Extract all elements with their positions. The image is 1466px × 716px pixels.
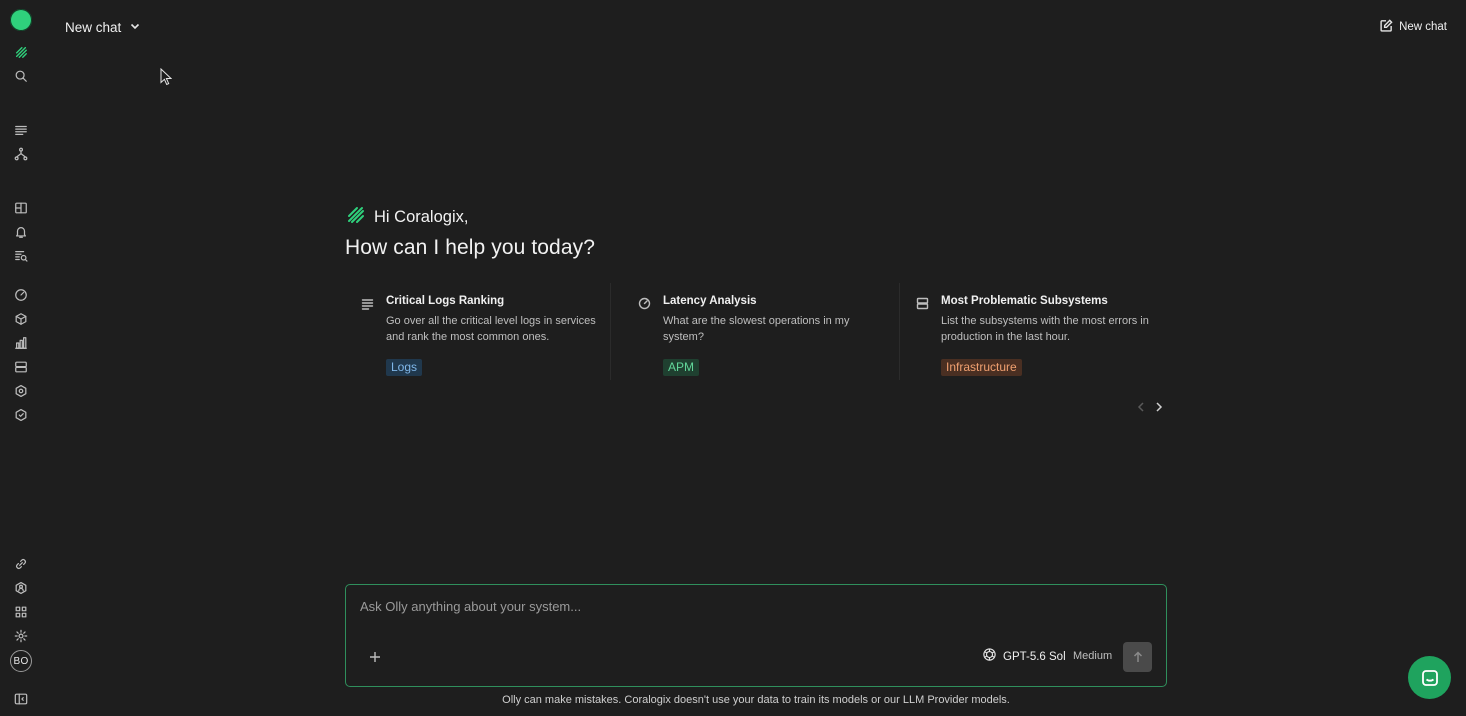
security-hex-icon[interactable] [11,381,31,401]
apm-gauge-icon[interactable] [11,285,31,305]
card-tag: Logs [386,359,423,376]
chat-icon [1421,669,1438,686]
user-access-icon[interactable] [11,578,31,598]
carousel-pager [1136,400,1164,414]
rum-cube-icon[interactable] [11,309,31,329]
explore-icon[interactable] [11,246,31,266]
arrow-up-icon [1133,651,1142,662]
openai-icon [982,647,997,667]
suggestion-card[interactable]: Critical Logs Ranking Go over all the cr… [345,283,611,380]
reasoning-effort-selector[interactable]: Medium [1073,650,1112,662]
service-map-icon[interactable] [11,144,31,164]
sidebar-toggle-icon[interactable] [11,689,31,709]
card-tag: APM [663,359,700,376]
greeting: Hi Coralogix, [346,205,468,230]
greeting-question: How can I help you today? [345,236,595,259]
app-root: BO New chat New chat Hi Coralogix, How c… [0,0,1466,716]
status-indicator[interactable] [10,9,32,31]
chevron-right-icon[interactable] [1154,400,1164,414]
infrastructure-icon[interactable] [11,357,31,377]
olly-logo-icon [346,205,366,230]
lines-icon [361,297,374,310]
card-title: Latency Analysis [663,295,757,307]
avatar[interactable]: BO [10,650,32,672]
greeting-hi: Hi Coralogix, [374,208,469,226]
shield-icon[interactable] [11,405,31,425]
card-title: Critical Logs Ranking [386,295,505,307]
suggestion-card[interactable]: Latency Analysis What are the slowest op… [622,283,900,380]
prompt-input[interactable] [360,599,1140,639]
send-button[interactable] [1123,642,1152,672]
chat-composer: GPT-5.6 Sol Medium [345,584,1167,687]
chat-title: New chat [65,19,122,35]
card-description: Go over all the critical level logs in s… [386,315,596,343]
suggestion-card[interactable]: Most Problematic Subsystems List the sub… [900,283,1165,380]
alerts-icon[interactable] [11,222,31,242]
coralogix-logo-icon[interactable] [11,42,31,62]
dashboards-icon[interactable] [11,198,31,218]
plus-icon [370,652,380,662]
chevron-left-icon[interactable] [1136,400,1146,414]
chevron-down-icon [129,20,141,35]
support-chat-button[interactable] [1408,656,1451,699]
apps-grid-icon[interactable] [11,602,31,622]
card-description: List the subsystems with the most errors… [941,315,1149,343]
server-icon [916,297,929,310]
mouse-cursor-icon [160,68,172,86]
new-chat-label: New chat [1399,21,1447,33]
search-icon[interactable] [11,66,31,86]
add-attachment-button[interactable] [367,649,383,665]
chat-title-dropdown[interactable]: New chat [65,17,141,37]
suggestion-cards: Critical Logs Ranking Go over all the cr… [345,283,1165,383]
card-tag: Infrastructure [941,359,1022,376]
new-chat-button[interactable]: New chat [1380,17,1447,37]
integrations-icon[interactable] [11,554,31,574]
settings-icon[interactable] [11,626,31,646]
disclaimer: Olly can make mistakes. Coralogix doesn'… [502,694,1010,706]
model-selector[interactable]: GPT-5.6 Sol [982,648,1066,666]
logs-icon[interactable] [11,120,31,140]
card-title: Most Problematic Subsystems [941,295,1108,307]
sidebar: BO [0,0,42,716]
model-name: GPT-5.6 Sol [1003,651,1066,663]
edit-icon [1380,19,1393,35]
metrics-chart-icon[interactable] [11,333,31,353]
gauge-icon [638,297,651,310]
card-description: What are the slowest operations in my sy… [663,315,850,343]
